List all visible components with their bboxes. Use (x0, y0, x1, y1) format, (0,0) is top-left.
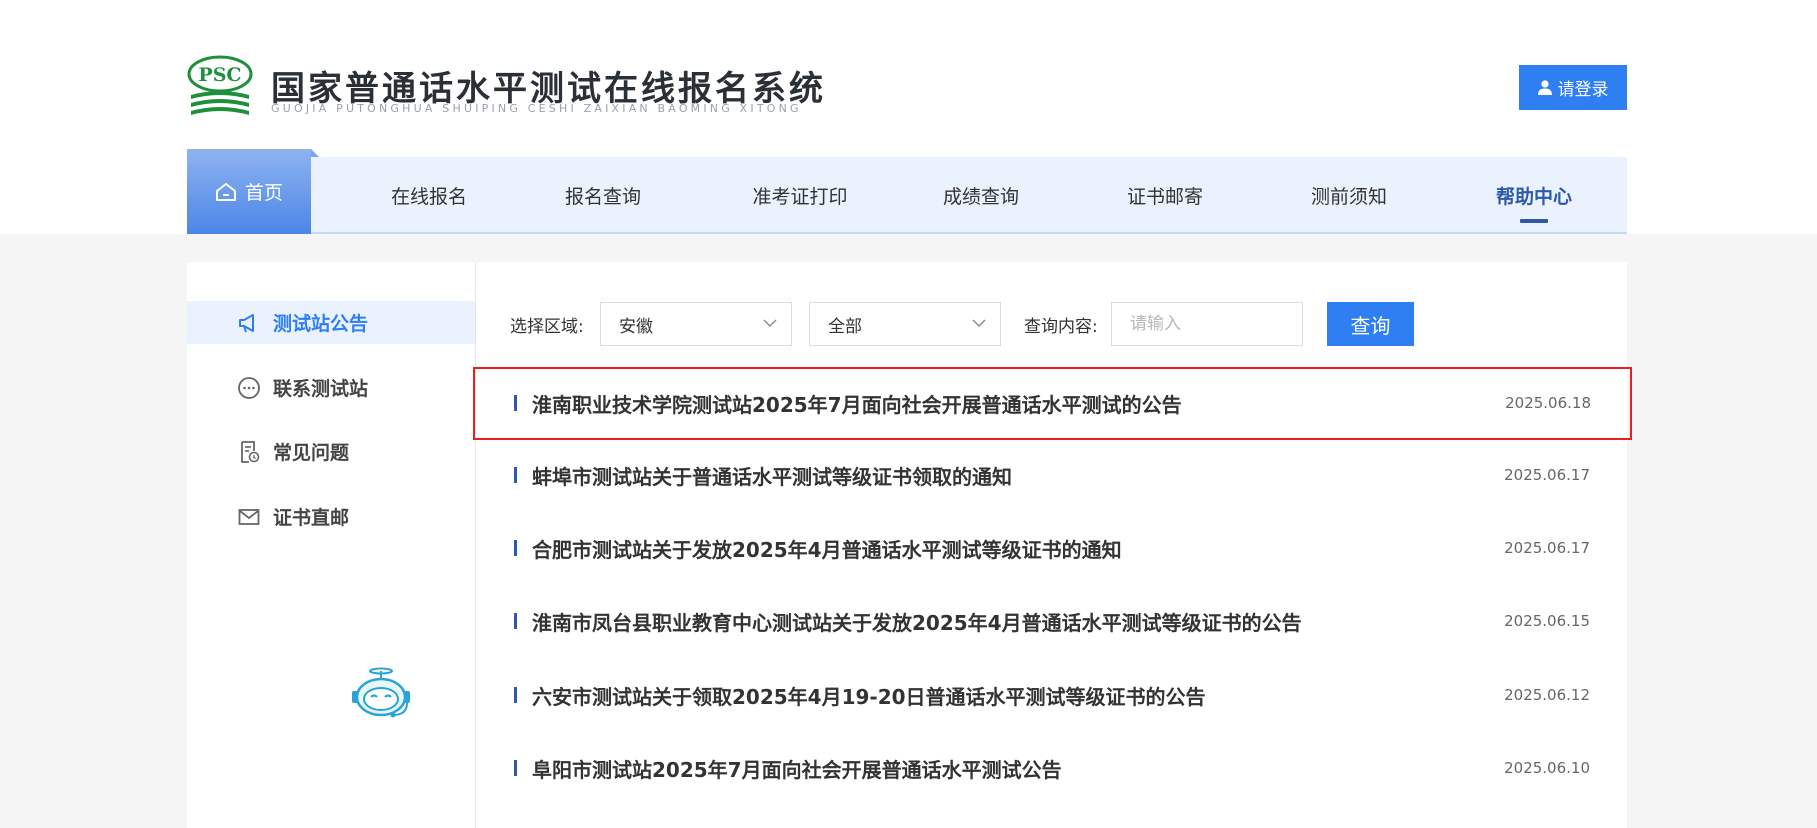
svg-text:PSC: PSC (198, 64, 241, 86)
megaphone-icon (239, 313, 254, 332)
nav-label: 帮助中心 (1495, 186, 1572, 208)
nav-label: 报名查询 (564, 186, 641, 208)
user-icon (1537, 80, 1552, 95)
search-button[interactable]: 查询 (1327, 302, 1414, 346)
nav-item-pretest-notice[interactable]: 测前须知 (1267, 157, 1431, 234)
login-button[interactable]: 请登录 (1519, 65, 1627, 110)
nav-item-score-query[interactable]: 成绩查询 (899, 157, 1063, 234)
list-item[interactable]: 合肥市测试站关于发放2025年4月普通话水平测试等级证书的通知 2025.06.… (476, 512, 1627, 585)
sidebar-item-faq[interactable]: 常见问题 (187, 430, 475, 473)
sidebar-item-station-announcements[interactable]: 测试站公告 (187, 301, 475, 344)
announcement-title[interactable]: 淮南职业技术学院测试站2025年7月面向社会开展普通话水平测试的公告 (532, 389, 1182, 418)
list-item[interactable]: 淮南职业技术学院测试站2025年7月面向社会开展普通话水平测试的公告 2025.… (473, 367, 1632, 440)
nav-label: 在线报名 (390, 186, 467, 208)
nav-label: 准考证打印 (752, 186, 848, 208)
chevron-down-icon (972, 319, 986, 327)
chat-icon (238, 376, 260, 399)
chevron-down-icon (763, 319, 777, 327)
mail-icon (238, 508, 260, 525)
nav-label: 测前须知 (1310, 186, 1387, 208)
announcement-date: 2025.06.18 (1505, 394, 1591, 412)
sidebar: 测试站公告 联系测试站 常见问题 证书直邮 (187, 262, 476, 828)
site-header: PSC 国家普通话水平测试在线报名系统 GUOJIA PUTONGHUA SHU… (187, 55, 1627, 121)
sidebar-item-label: 测试站公告 (273, 313, 369, 335)
announcement-date: 2025.06.17 (1504, 466, 1590, 484)
search-input[interactable] (1111, 302, 1303, 346)
home-icon (215, 182, 236, 201)
announcement-date: 2025.06.12 (1504, 686, 1590, 704)
robot-assistant-icon[interactable] (349, 667, 413, 721)
announcement-title[interactable]: 淮南市凤台县职业教育中心测试站关于发放2025年4月普通话水平测试等级证书的公告 (532, 607, 1302, 636)
nav-item-registration-query[interactable]: 报名查询 (521, 157, 685, 234)
search-row: 选择区域: (510, 302, 584, 346)
nav-item-online-registration[interactable]: 在线报名 (347, 157, 511, 234)
main-nav: 首页 在线报名 报名查询 准考证打印 成绩查询 证书邮寄 测前须知 帮助中心 (187, 149, 1627, 234)
nav-label: 证书邮寄 (1126, 186, 1203, 208)
region-select[interactable]: 安徽 (600, 302, 792, 346)
scope-select[interactable]: 全部 (809, 302, 1001, 346)
list-item[interactable]: 淮南市凤台县职业教育中心测试站关于发放2025年4月普通话水平测试等级证书的公告… (476, 585, 1627, 658)
sidebar-item-label: 常见问题 (273, 442, 350, 464)
sidebar-item-certificate-direct-mail[interactable]: 证书直邮 (187, 495, 475, 538)
list-item[interactable]: 阜阳市测试站2025年7月面向社会开展普通话水平测试公告 2025.06.10 (476, 732, 1627, 805)
announcement-title[interactable]: 六安市测试站关于领取2025年4月19-20日普通话水平测试等级证书的公告 (532, 681, 1206, 710)
announcement-date: 2025.06.10 (1504, 759, 1590, 777)
sidebar-item-contact-station[interactable]: 联系测试站 (187, 366, 475, 409)
list-bullet (514, 760, 517, 776)
announcement-title[interactable]: 蚌埠市测试站关于普通话水平测试等级证书领取的通知 (532, 461, 1012, 490)
list-item[interactable]: 蚌埠市测试站关于普通话水平测试等级证书领取的通知 2025.06.17 (476, 439, 1627, 512)
nav-label: 成绩查询 (942, 186, 1019, 208)
nav-label-home: 首页 (244, 182, 283, 204)
announcement-title[interactable]: 合肥市测试站关于发放2025年4月普通话水平测试等级证书的通知 (532, 534, 1122, 563)
list-bullet (514, 467, 517, 483)
site-subtitle: GUOJIA PUTONGHUA SHUIPING CESHI ZAIXIAN … (271, 102, 802, 115)
list-bullet (514, 687, 517, 703)
faq-doc-icon (241, 440, 260, 463)
content-label: 查询内容: (1024, 316, 1098, 337)
sidebar-item-label: 证书直邮 (273, 507, 350, 529)
login-label: 请登录 (1557, 80, 1609, 100)
scope-select-value: 全部 (828, 316, 862, 337)
list-item[interactable]: 六安市测试站关于领取2025年4月19-20日普通话水平测试等级证书的公告 20… (476, 659, 1627, 732)
announcement-date: 2025.06.15 (1504, 612, 1590, 630)
list-bullet (514, 540, 517, 556)
list-bullet (514, 395, 517, 411)
psc-logo-icon[interactable]: PSC (187, 55, 253, 121)
region-label: 选择区域: (510, 316, 584, 337)
list-bullet (514, 613, 517, 629)
announcement-title[interactable]: 阜阳市测试站2025年7月面向社会开展普通话水平测试公告 (532, 754, 1062, 783)
nav-item-home[interactable]: 首页 (187, 149, 319, 234)
region-select-value: 安徽 (619, 316, 653, 337)
nav-item-admission-ticket[interactable]: 准考证打印 (705, 157, 895, 234)
nav-active-indicator (1520, 219, 1548, 223)
announcement-date: 2025.06.17 (1504, 539, 1590, 557)
nav-item-certificate-mail[interactable]: 证书邮寄 (1083, 157, 1247, 234)
content-panel: 测试站公告 联系测试站 常见问题 证书直邮 选择区域: 安徽 全部 查询内容: … (187, 262, 1632, 828)
sidebar-item-label: 联系测试站 (273, 378, 369, 400)
content-label-row: 查询内容: (1024, 302, 1098, 346)
